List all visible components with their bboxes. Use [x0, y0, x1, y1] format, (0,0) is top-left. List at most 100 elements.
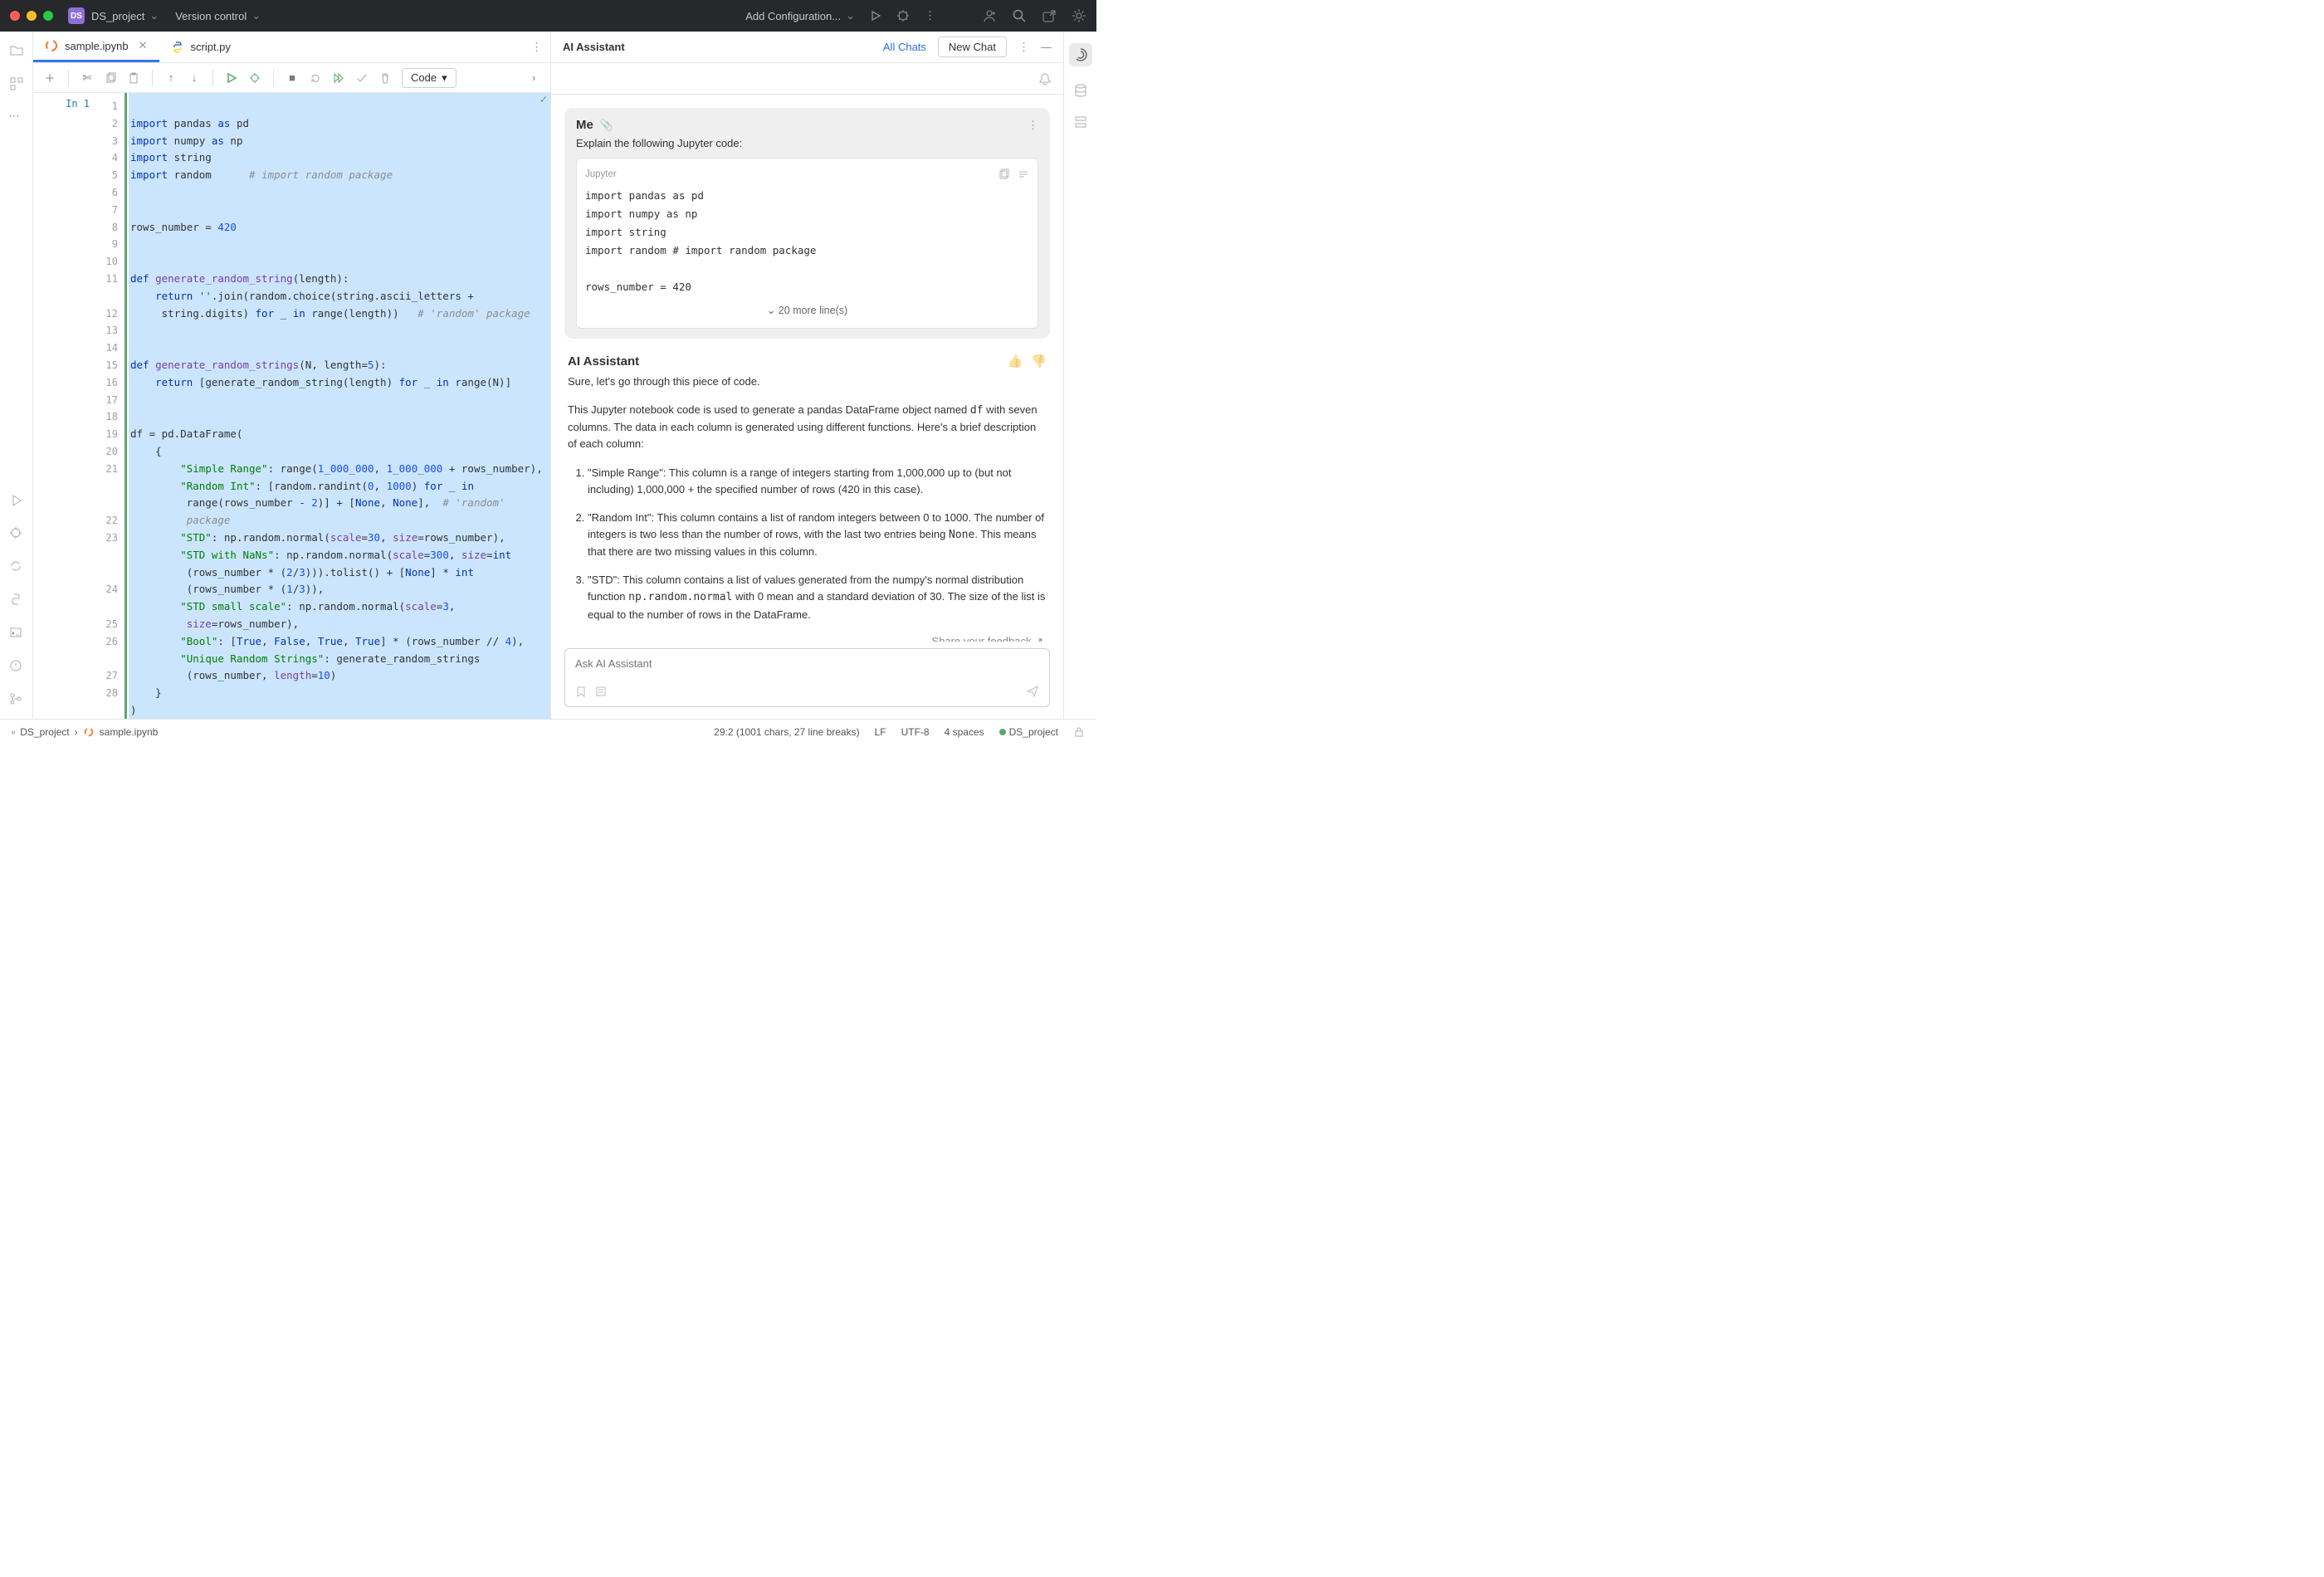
code-lines: import pandas as pdimport numpy as npimp… — [585, 187, 1029, 296]
statusbar: ▫DS_project › sample.ipynb 29:2 (1001 ch… — [0, 719, 1096, 744]
updates-icon[interactable] — [1042, 8, 1057, 23]
sync-icon[interactable] — [9, 559, 24, 574]
chevron-down-icon: ⌄ — [149, 9, 159, 22]
delete-cell-button[interactable] — [375, 68, 395, 88]
assistant-message: AI Assistant 👍 👎 Sure, let's go through … — [564, 354, 1050, 642]
window-controls — [10, 11, 53, 21]
tab-script-py[interactable]: script.py — [159, 32, 242, 62]
thumbs-up-icon[interactable]: 👍 — [1008, 354, 1023, 369]
editor-area: sample.ipynb ✕ script.py ⋮ ＋ ✄ ↑ ↓ ■ — [33, 32, 551, 719]
ai-chat-body: Me 📎 ⋮ Explain the following Jupyter cod… — [551, 95, 1063, 642]
bookmark-icon[interactable] — [575, 686, 587, 697]
attachment-icon[interactable]: 📎 — [600, 119, 613, 132]
list-item: "Random Int": This column contains a lis… — [588, 510, 1047, 560]
notifications-icon[interactable] — [1038, 72, 1052, 85]
ai-input-box[interactable] — [564, 648, 1050, 707]
more-icon[interactable]: ⋮ — [1018, 41, 1029, 54]
run-cell-button[interactable] — [222, 68, 242, 88]
run-config-label: Add Configuration... — [745, 10, 841, 22]
lock-icon[interactable] — [1073, 726, 1085, 738]
chevron-down-icon: ⌄ — [846, 9, 855, 22]
minimize-icon[interactable]: — — [1041, 41, 1052, 53]
cell-type-selector[interactable]: Code ▾ — [402, 68, 456, 88]
run-config-selector[interactable]: Add Configuration... ⌄ — [745, 9, 855, 22]
context-icon[interactable] — [595, 686, 607, 697]
restart-button[interactable] — [305, 68, 325, 88]
project-name: DS_project — [91, 10, 144, 22]
run-icon[interactable] — [870, 10, 881, 22]
services-icon[interactable] — [9, 493, 24, 508]
send-icon[interactable] — [1026, 685, 1039, 698]
share-feedback-link[interactable]: Share your feedback ↗ — [568, 635, 1047, 642]
maximize-window[interactable] — [43, 11, 53, 21]
assistant-paragraph: This Jupyter notebook code is used to ge… — [568, 402, 1047, 452]
breadcrumb[interactable]: ▫DS_project › sample.ipynb — [12, 726, 158, 738]
new-chat-button[interactable]: New Chat — [938, 37, 1007, 57]
user-code-block: Jupyter import pandas as pdimport numpy … — [576, 158, 1038, 329]
cell-run-bar — [124, 93, 127, 719]
close-window[interactable] — [10, 11, 20, 21]
code-with-me-icon[interactable] — [982, 8, 997, 23]
tab-more-icon[interactable]: ⋮ — [531, 41, 542, 54]
copy-button[interactable] — [100, 68, 120, 88]
settings-icon[interactable] — [1072, 8, 1086, 23]
encoding[interactable]: UTF-8 — [901, 726, 930, 738]
chevron-down-icon: ▾ — [442, 71, 447, 85]
move-up-button[interactable]: ↑ — [161, 68, 181, 88]
search-icon[interactable] — [1012, 8, 1027, 23]
debug-cell-button[interactable] — [245, 68, 265, 88]
project-tool-icon[interactable] — [9, 43, 24, 58]
chevron-down-icon: ⌄ — [251, 9, 261, 22]
project-selector[interactable]: DS DS_project ⌄ — [68, 7, 159, 24]
layers-tool-icon[interactable] — [1073, 115, 1088, 129]
interrupt-button[interactable]: ■ — [282, 68, 302, 88]
python-console-icon[interactable] — [9, 593, 24, 608]
close-icon[interactable]: ✕ — [139, 39, 148, 52]
cursor-position[interactable]: 29:2 (1001 chars, 27 line breaks) — [714, 726, 859, 738]
code-editor[interactable]: In 1 1234567891011 12131415161718192021 … — [33, 93, 550, 719]
ai-assistant-panel: AI Assistant All Chats New Chat ⋮ — Me 📎… — [551, 32, 1063, 719]
move-down-button[interactable]: ↓ — [184, 68, 204, 88]
code-content[interactable]: ✓import pandas as pd import numpy as np … — [129, 93, 550, 719]
all-chats-link[interactable]: All Chats — [883, 41, 926, 53]
problems-icon[interactable] — [9, 659, 24, 674]
more-icon[interactable]: ⋮ — [925, 9, 935, 22]
assistant-list: "Simple Range": This column is a range o… — [568, 465, 1047, 623]
database-tool-icon[interactable] — [1073, 83, 1088, 98]
more-tools-icon[interactable]: ⋯ — [9, 110, 24, 124]
version-control-menu[interactable]: Version control ⌄ — [175, 9, 261, 22]
clear-output-button[interactable] — [352, 68, 372, 88]
git-icon[interactable] — [9, 692, 24, 707]
thumbs-down-icon[interactable]: 👎 — [1031, 354, 1047, 369]
terminal-icon[interactable] — [9, 626, 24, 641]
paste-button[interactable] — [124, 68, 144, 88]
tab-label: sample.ipynb — [65, 40, 129, 52]
add-cell-button[interactable]: ＋ — [40, 68, 60, 88]
ai-input-field[interactable] — [575, 657, 1039, 677]
tab-label: script.py — [191, 41, 231, 53]
ai-panel-header: AI Assistant All Chats New Chat ⋮ — — [551, 32, 1063, 63]
line-separator[interactable]: LF — [875, 726, 886, 738]
expand-icon[interactable]: › — [524, 68, 544, 88]
right-tool-strip — [1063, 32, 1096, 719]
titlebar: DS DS_project ⌄ Version control ⌄ Add Co… — [0, 0, 1096, 32]
interpreter[interactable]: DS_project — [999, 726, 1058, 738]
jupyter-icon — [83, 726, 95, 738]
indent[interactable]: 4 spaces — [945, 726, 984, 738]
run-all-button[interactable] — [329, 68, 349, 88]
editor-tabs: sample.ipynb ✕ script.py ⋮ — [33, 32, 550, 63]
cut-button[interactable]: ✄ — [77, 68, 97, 88]
ai-assistant-tool-icon[interactable] — [1069, 43, 1092, 66]
jupyter-icon — [45, 39, 58, 52]
ai-panel-title: AI Assistant — [563, 41, 625, 53]
debug-icon[interactable] — [896, 9, 910, 22]
tab-sample-ipynb[interactable]: sample.ipynb ✕ — [33, 32, 159, 62]
expand-code-link[interactable]: ⌄ 20 more line(s) — [585, 296, 1029, 321]
assistant-intro: Sure, let's go through this piece of cod… — [568, 374, 1047, 390]
insert-code-icon[interactable] — [1018, 168, 1029, 180]
minimize-window[interactable] — [27, 11, 37, 21]
structure-tool-icon[interactable] — [9, 76, 24, 91]
debug-tool-icon[interactable] — [9, 526, 24, 541]
copy-code-icon[interactable] — [998, 168, 1009, 180]
more-icon[interactable]: ⋮ — [1028, 119, 1038, 132]
